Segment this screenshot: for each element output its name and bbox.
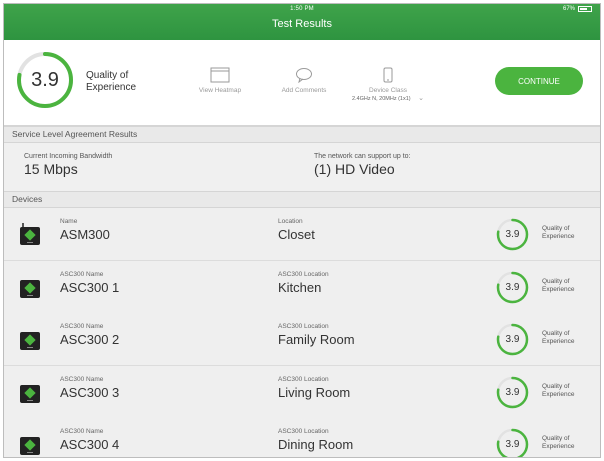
status-time: 1:50 PM xyxy=(290,6,314,12)
device-qoe-label: Quality of Experience xyxy=(542,225,575,241)
header-bar: 1:50 PM 67% Test Results xyxy=(4,4,600,40)
device-icon xyxy=(20,223,40,245)
device-name-label: ASC300 Name xyxy=(60,323,104,330)
device-qoe-line1: Quality of xyxy=(542,435,570,442)
device-row[interactable]: ASC300 Name ASC300 1 ASC300 Location Kit… xyxy=(4,260,600,314)
device-row[interactable]: ASC300 Name ASC300 2 ASC300 Location Fam… xyxy=(4,313,600,366)
device-location-label: ASC300 Location xyxy=(278,428,329,435)
device-name-label: ASC300 Name xyxy=(60,428,104,435)
device-name-label: Name xyxy=(60,218,78,225)
device-icon xyxy=(20,279,40,298)
bandwidth-panel: Current Incoming Bandwidth 15 Mbps The n… xyxy=(4,143,600,191)
device-location: Kitchen xyxy=(278,279,322,295)
device-name: ASC300 4 xyxy=(60,437,120,452)
add-comments-label: Add Comments xyxy=(281,87,327,94)
qoe-label-line2: Experience xyxy=(86,82,137,93)
device-location-label: Location xyxy=(278,218,303,225)
device-qoe-score: 3.9 xyxy=(505,386,520,398)
device-class-text: 2.4GHz N, 20MHz (1x1) xyxy=(351,96,411,102)
app-frame: 1:50 PM 67% Test Results 3.9 Quality of … xyxy=(3,3,601,458)
device-location-label: ASC300 Location xyxy=(278,323,329,330)
device-qoe-label: Quality of Experience xyxy=(542,383,575,399)
device-qoe-label: Quality of Experience xyxy=(542,278,575,294)
battery-percent: 67% xyxy=(562,6,575,12)
device-qoe-score: 3.9 xyxy=(505,281,520,293)
overall-qoe-label: Quality of Experience xyxy=(86,70,136,94)
add-comments-button[interactable]: Add Comments xyxy=(276,67,332,94)
device-icon xyxy=(20,437,40,455)
bandwidth-value: 15 Mbps xyxy=(24,161,78,177)
device-row[interactable]: Name ASM300 Location Closet 3.9 Quality … xyxy=(4,208,600,261)
support-label: The network can support up to: xyxy=(314,153,411,160)
device-qoe-line2: Experience xyxy=(542,443,575,450)
device-qoe-line2: Experience xyxy=(542,285,575,293)
device-row[interactable]: ASC300 Name ASC300 3 ASC300 Location Liv… xyxy=(4,365,600,419)
device-name: ASC300 2 xyxy=(60,332,120,347)
device-qoe-line2: Experience xyxy=(542,233,575,240)
view-heatmap-label: View Heatmap xyxy=(198,87,242,94)
device-location: Closet xyxy=(278,227,315,242)
device-class-value: 2.4GHz N, 20MHz (1x1) ⌄ xyxy=(346,94,430,102)
device-qoe-score: 3.9 xyxy=(505,439,520,450)
device-location: Family Room xyxy=(278,332,355,347)
heatmap-icon xyxy=(210,67,230,83)
comment-icon xyxy=(296,68,312,83)
continue-button[interactable]: CONTINUE xyxy=(495,67,583,95)
device-qoe-score: 3.9 xyxy=(505,334,520,345)
device-location: Living Room xyxy=(278,384,351,400)
device-qoe-line1: Quality of xyxy=(542,382,570,390)
sla-section-header: Service Level Agreement Results xyxy=(4,126,600,143)
device-name-label: ASC300 Name xyxy=(60,375,104,383)
device-icon xyxy=(20,384,40,403)
device-qoe-line2: Experience xyxy=(542,338,575,345)
qoe-label-line1: Quality of xyxy=(86,70,129,81)
device-name-label: ASC300 Name xyxy=(60,270,104,278)
page-title: Test Results xyxy=(272,18,332,30)
device-qoe-line2: Experience xyxy=(542,390,575,398)
device-class-selector[interactable]: Device Class 2.4GHz N, 20MHz (1x1) ⌄ xyxy=(346,67,430,102)
bandwidth-block: Current Incoming Bandwidth 15 Mbps xyxy=(24,153,112,177)
device-class-label: Device Class xyxy=(369,87,407,94)
overall-qoe-score: 3.9 xyxy=(31,68,59,91)
view-heatmap-button[interactable]: View Heatmap xyxy=(192,67,248,94)
device-qoe-label: Quality of Experience xyxy=(542,435,575,451)
device-qoe-score: 3.9 xyxy=(505,229,520,240)
device-location: Dining Room xyxy=(278,437,354,452)
status-battery: 67% xyxy=(563,6,592,12)
device-name: ASC300 1 xyxy=(60,279,120,295)
support-value: (1) HD Video xyxy=(314,161,395,177)
summary-panel: 3.9 Quality of Experience View Heatmap A… xyxy=(4,40,600,126)
device-icon xyxy=(20,332,40,350)
device-name: ASC300 3 xyxy=(60,384,120,400)
phone-icon xyxy=(383,67,393,83)
battery-icon xyxy=(578,6,592,12)
device-qoe-label: Quality of Experience xyxy=(542,330,575,346)
chevron-down-icon: ⌄ xyxy=(418,95,425,102)
devices-section-header: Devices xyxy=(4,191,600,208)
device-qoe-line1: Quality of xyxy=(542,225,570,232)
device-qoe-line1: Quality of xyxy=(542,277,570,285)
device-name: ASM300 xyxy=(60,227,110,242)
device-qoe-line1: Quality of xyxy=(542,330,570,337)
support-block: The network can support up to: (1) HD Vi… xyxy=(314,153,411,177)
bandwidth-label: Current Incoming Bandwidth xyxy=(24,153,113,160)
device-row[interactable]: ASC300 Name ASC300 4 ASC300 Location Din… xyxy=(4,418,600,457)
device-location-label: ASC300 Location xyxy=(278,270,329,278)
device-location-label: ASC300 Location xyxy=(278,375,329,383)
